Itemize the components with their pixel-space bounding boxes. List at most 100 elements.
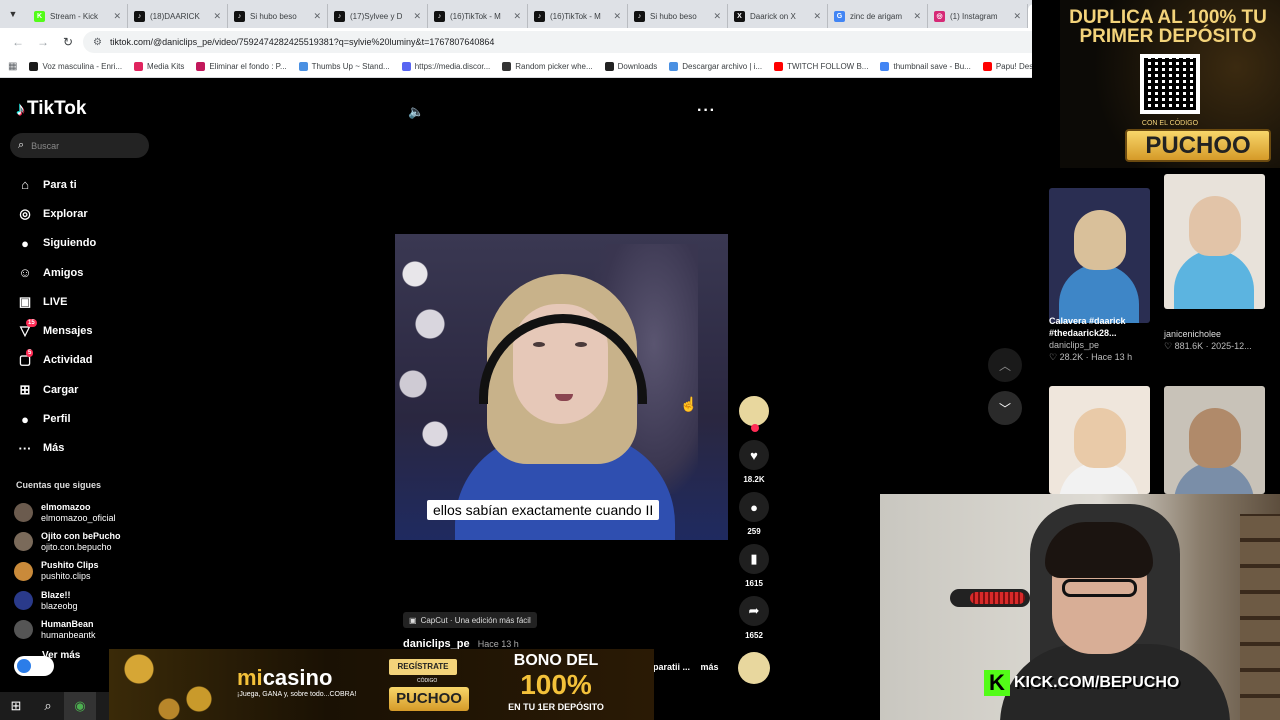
search-input[interactable]: ⌕ Buscar [10,133,149,158]
qr-code [1140,54,1200,114]
bookmark-item[interactable]: Descargar archivo | i... [669,62,762,71]
following-item[interactable]: Pushito Clips pushito.clips [14,557,121,586]
share-button[interactable]: ➦ 1652 [736,596,772,640]
casino-ad-bottom[interactable]: micasino ¡Juega, GANA y, sobre todo...CO… [109,649,654,720]
bookmark-favicon-icon [774,62,784,71]
nav-item-4[interactable]: ▣ LIVE [16,287,96,316]
tab-close-icon[interactable]: ✕ [413,11,421,22]
recommended-thumb[interactable] [1164,386,1265,494]
post-time: Hace 13 h [477,639,519,649]
tab-close-icon[interactable]: ✕ [313,11,321,22]
bookmark-item[interactable]: https://media.discor... [401,62,490,71]
following-handle: blazeobg [41,600,78,611]
tab-close-icon[interactable]: ✕ [513,11,521,22]
forward-arrow-icon[interactable]: → [33,35,53,49]
tab-close-icon[interactable]: ✕ [213,11,221,22]
more-link[interactable]: más [701,662,719,672]
following-name: Ojito con bePucho [41,530,121,541]
tab-search-icon[interactable]: ▼ [4,5,22,23]
browser-tab[interactable]: ♪ (16)TikTok - M ✕ [428,4,528,28]
recommended-title[interactable]: Calavera #daarick #thedaarick28... [1049,315,1159,339]
bookmark-item[interactable]: Eliminar el fondo : P... [196,62,287,71]
browser-tab[interactable]: ♪ Si hubo beso ✕ [628,4,728,28]
browser-tab[interactable]: X Daarick on X ✕ [728,4,828,28]
capcut-tag[interactable]: ▣ CapCut · Una edición más fácil [403,612,537,628]
apps-grid-icon[interactable]: ▦ [8,61,17,72]
nav-item-2[interactable]: ● Siguiendo [16,229,96,258]
ad-brand: micasino [237,665,332,691]
browser-tab[interactable]: ♪ (17)Sylvee y D ✕ [328,4,428,28]
browser-tab[interactable]: K Stream - Kick ✕ [28,4,128,28]
site-info-icon[interactable]: ⚙ [93,37,102,48]
bookmark-item[interactable]: Downloads [604,62,657,71]
bookmark-item[interactable]: Thumbs Up ~ Stand... [298,62,390,71]
like-button[interactable]: ♥ 18.2K [736,440,772,484]
chevron-up-icon[interactable]: ︿ [988,348,1022,382]
save-button[interactable]: ▮ 1615 [736,544,772,588]
thumb-figure-head [1074,210,1126,270]
action-bar: ♥ 18.2K ● 259 ▮ 1615 ➦ 1652 [736,394,772,640]
browser-tab[interactable]: Gzinc de arigam ✕ [828,4,928,28]
nav-item-0[interactable]: ⌂ Para ti [16,170,96,199]
following-item[interactable]: elmomazoo elmomazoo_oficial [14,498,121,527]
nav-item-3[interactable]: ☺ Amigos [16,258,96,287]
tab-favicon-icon: ♪ [134,10,145,22]
bookmark-item[interactable]: Media Kits [134,62,184,71]
video-flowers [395,234,455,464]
bookmark-label: Descargar archivo | i... [682,62,763,71]
casino-ad-top[interactable]: DUPLICA AL 100% TU PRIMER DEPÓSITO CON E… [1060,0,1280,168]
kick-logo-icon: K [984,670,1010,696]
bookmark-item[interactable]: TWITCH FOLLOW B... [774,62,868,71]
tab-close-icon[interactable]: ✕ [113,11,121,22]
more-options-icon[interactable]: ··· [697,102,716,120]
bookmark-favicon-icon [880,62,890,71]
nav-item-9[interactable]: ··· Más [16,434,96,463]
sound-disc-avatar[interactable] [738,652,770,684]
volume-icon[interactable]: 🔈 [408,104,424,120]
tab-close-icon[interactable]: ✕ [913,11,921,22]
following-item[interactable]: Blaze!! blazeobg [14,586,121,615]
taskbar: ⊞ ⌕ ◉ [0,692,109,720]
bookmark-item[interactable]: Random picker whe... [502,62,593,71]
nav-item-8[interactable]: ● Perfil [16,404,96,433]
browser-tab[interactable]: ◎ (1) Instagram ✕ [928,4,1028,28]
ad-register-button[interactable]: REGÍSTRATE [389,659,457,675]
browser-tab[interactable]: ♪ (16)TikTok - M ✕ [528,4,628,28]
save-count: 1615 [745,579,763,588]
following-item[interactable]: Ojito con bePucho ojito.con.bepucho [14,527,121,556]
recommended-thumb[interactable] [1049,188,1150,323]
tab-title: Stream - Kick [50,11,99,21]
video-player[interactable]: ellos sabían exactamente cuando II [395,234,728,540]
following-names: Pushito Clips pushito.clips [41,560,99,582]
comment-button[interactable]: ● 259 [736,492,772,536]
back-arrow-icon[interactable]: ← [8,35,28,49]
browser-tab[interactable]: ♪ (18)DAARICK ✕ [128,4,228,28]
bookmark-label: Eliminar el fondo : P... [209,62,287,71]
address-bar[interactable]: ⚙ tiktok.com/@daniclips_pe/video/7592474… [83,31,1050,53]
tab-close-icon[interactable]: ✕ [613,11,621,22]
following-item[interactable]: HumanBean humanbeantk [14,615,121,644]
tab-close-icon[interactable]: ✕ [1013,11,1021,22]
chevron-down-icon[interactable]: ﹀ [988,391,1022,425]
windows-start-icon[interactable]: ⊞ [0,692,32,720]
ad-code-label: CÓDIGO [417,678,438,684]
ver-mas-link[interactable]: Ver más [42,650,80,661]
tab-close-icon[interactable]: ✕ [713,11,721,22]
tab-close-icon[interactable]: ✕ [813,11,821,22]
browser-tab[interactable]: ♪ Si hubo beso ✕ [228,4,328,28]
recommended-thumb[interactable] [1049,386,1150,494]
bookmark-item[interactable]: thumbnail save - Bu... [880,62,971,71]
nav-item-5[interactable]: ▽ 15 Mensajes [16,316,96,345]
reload-icon[interactable]: ↻ [58,35,78,49]
nav-item-6[interactable]: ▢ 5 Actividad [16,346,96,375]
recommended-thumb[interactable] [1164,174,1265,309]
chrome-icon[interactable]: ◉ [64,692,96,720]
nav-item-1[interactable]: ◎ Explorar [16,199,96,228]
ad-code-label: CON EL CÓDIGO [1141,120,1199,127]
author-avatar[interactable] [737,394,771,432]
tiktok-logo[interactable]: ♪ TikTok [16,98,86,120]
nav-item-7[interactable]: ⊞ Cargar [16,375,96,404]
search-icon[interactable]: ⌕ [32,692,64,720]
friends-icon: ☺ [18,265,32,281]
bookmark-item[interactable]: Voz masculina - Enri... [29,62,122,71]
